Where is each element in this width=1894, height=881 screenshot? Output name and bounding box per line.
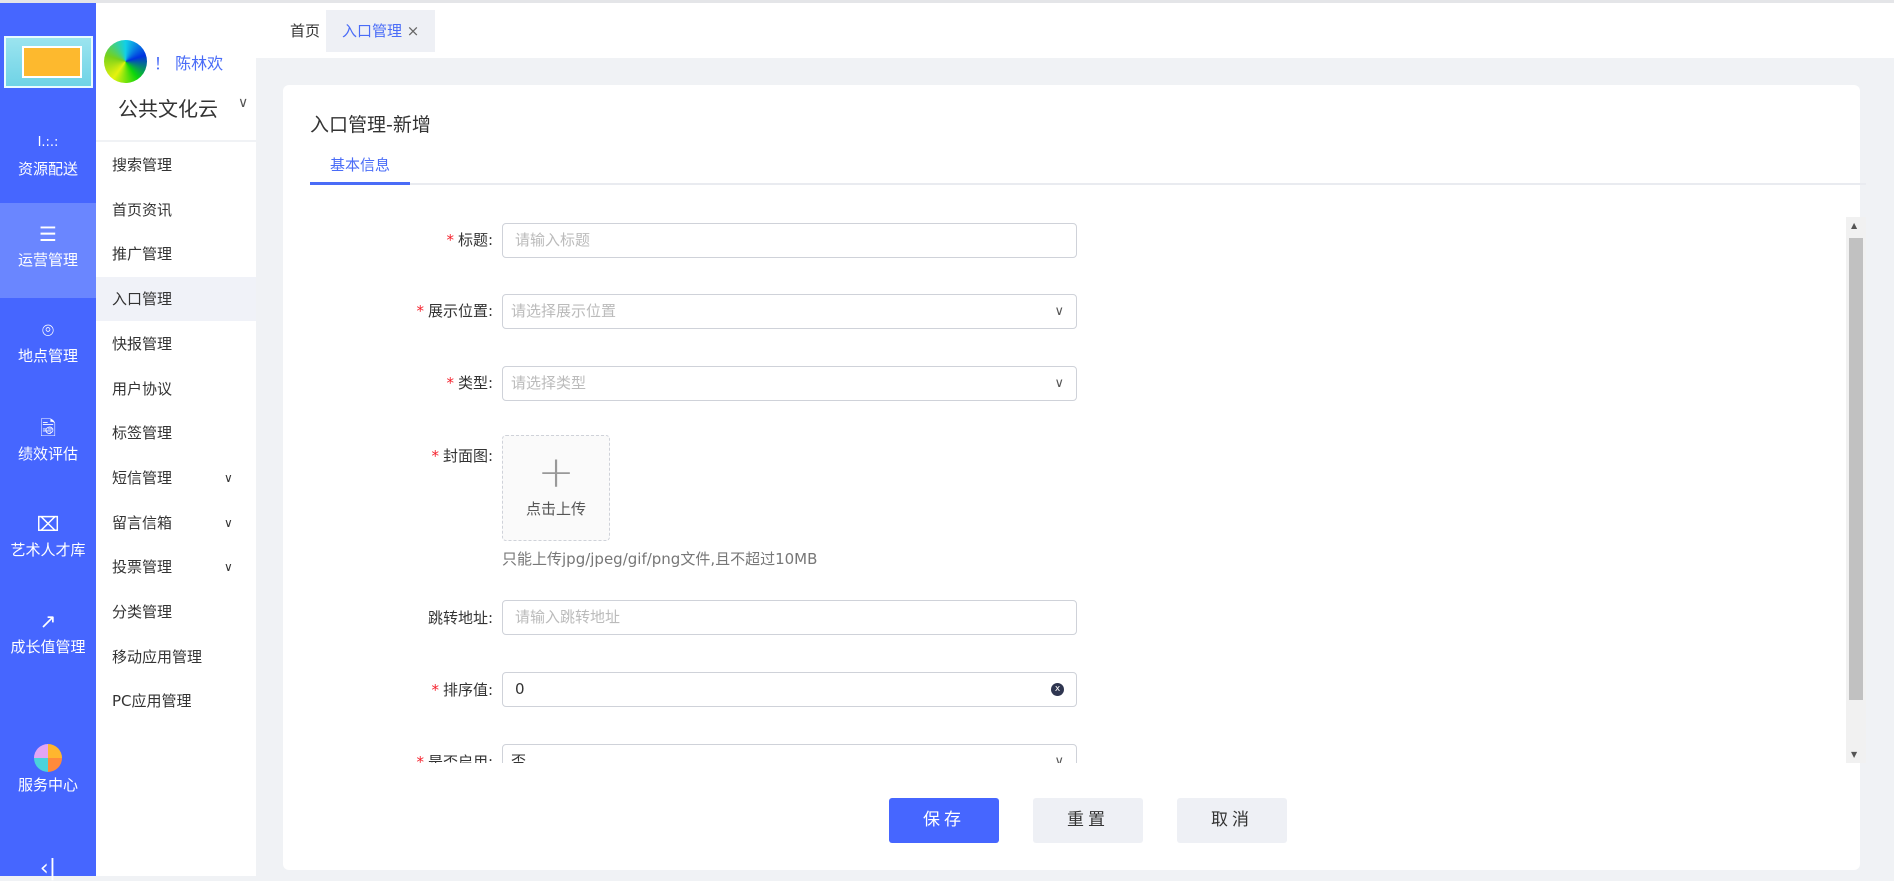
org-selector[interactable]: 公共文化云 (118, 93, 218, 122)
url-label: 跳转地址: (427, 609, 493, 627)
reset-button[interactable]: 重置 (1033, 798, 1143, 843)
scrollbar-thumb[interactable] (1849, 238, 1863, 700)
cover-label: * 封面图: (431, 447, 493, 465)
sort-input[interactable]: 0x (502, 672, 1077, 707)
sidebar-item[interactable]: 推广管理 (96, 232, 256, 276)
url-input[interactable]: 请输入跳转地址 (502, 600, 1077, 635)
save-button[interactable]: 保存 (889, 798, 999, 843)
report-search-icon: 🗟 (39, 416, 57, 440)
collapse-icon[interactable]: ‹| (0, 856, 96, 881)
sidebar-item-label: 分类管理 (112, 603, 173, 621)
chevron-down-icon: ∨ (224, 515, 233, 530)
nav-item-resource[interactable]: I.:.: 资源配送 (0, 128, 96, 179)
position-label: * 展示位置: (416, 302, 493, 320)
enabled-label: * 是否启用: (416, 753, 493, 763)
tab-entry-management[interactable]: 入口管理 × (326, 10, 436, 52)
upload-hint: 只能上传jpg/jpeg/gif/png文件,且不超过10MB (502, 550, 818, 568)
sidebar-item[interactable]: 快报管理 (96, 322, 256, 366)
sidebar-item[interactable]: 留言信箱 ∨ (96, 501, 256, 545)
sidebar-item-label: PC应用管理 (112, 692, 192, 711)
sidebar-item-label: 入口管理 (112, 290, 173, 309)
user-name[interactable]: ！ 陈林欢 (154, 50, 223, 74)
clover-icon (0, 744, 96, 774)
sidebar-item-label: 首页资讯 (112, 200, 173, 219)
nav-item-operations[interactable]: ☰ 运营管理 (0, 203, 96, 298)
sort-label: * 排序值: (431, 681, 493, 699)
form-scroll-area: * 标题: 请输入标题 * 展示位置: 请选择展示位置 ∨ * 类型: 请选择类型 ∨ *… (283, 217, 1843, 763)
sidebar-item[interactable]: 标签管理 (96, 411, 256, 455)
type-label: * 类型: (446, 374, 493, 392)
page-title: 入口管理-新增 (310, 114, 431, 136)
nav-item-performance[interactable]: 🗟 绩效评估 (0, 413, 96, 464)
chevron-down-icon[interactable]: ∨ (238, 95, 248, 111)
location-pin-icon: ⌾ (42, 318, 54, 342)
sidebar-item-label: 用户协议 (112, 379, 173, 398)
list-icon: ☰ (39, 222, 57, 246)
nav-item-talent[interactable]: ⌧ 艺术人才库 (0, 509, 96, 560)
tab-basic-info[interactable]: 基本信息 (310, 154, 410, 175)
sidebar-item-label: 短信管理 (112, 468, 173, 487)
divider (96, 140, 256, 142)
chevron-down-icon: ∨ (224, 560, 233, 575)
clear-icon[interactable]: x (1051, 683, 1064, 696)
sidebar-item[interactable]: 入口管理 (96, 277, 256, 322)
sidebar-item-label: 投票管理 (112, 558, 173, 577)
nav-item-locations[interactable]: ⌾ 地点管理 (0, 315, 96, 366)
title-input[interactable]: 请输入标题 (502, 223, 1077, 258)
cancel-button[interactable]: 取消 (1177, 798, 1287, 843)
chevron-down-icon: ∨ (1054, 754, 1064, 763)
sidebar-item[interactable]: 用户协议 (96, 367, 256, 411)
type-select[interactable]: 请选择类型 ∨ (502, 366, 1077, 401)
chevron-down-icon: ∨ (224, 470, 233, 485)
enabled-select[interactable]: 否 ∨ (502, 744, 1077, 763)
chevron-down-icon: ∨ (1054, 376, 1064, 391)
divider (310, 183, 1866, 185)
nav-item-growth[interactable]: ↗ 成长值管理 (0, 606, 96, 657)
sidebar-item[interactable]: 分类管理 (96, 590, 256, 634)
sidebar-item[interactable]: 搜索管理 (96, 143, 256, 187)
chevron-down-icon: ∨ (1054, 304, 1064, 319)
nav-item-service[interactable]: 服务中心 (0, 744, 96, 795)
avatar[interactable] (104, 40, 147, 83)
dots-icon: I.:.: (37, 135, 59, 150)
position-select[interactable]: 请选择展示位置 ∨ (502, 294, 1077, 329)
trend-up-icon: ↗ (39, 609, 57, 633)
active-tab-indicator (310, 182, 410, 185)
tab-bar: 首页 入口管理 × (256, 3, 1894, 58)
scrollbar[interactable]: ▲ ▼ (1846, 217, 1866, 763)
person-card-icon: ⌧ (36, 512, 60, 536)
sidebar-item-label: 快报管理 (112, 334, 173, 353)
sidebar-item[interactable]: 投票管理 ∨ (96, 545, 256, 589)
sidebar-item[interactable]: PC应用管理 (96, 679, 256, 723)
sidebar-item-label: 标签管理 (112, 424, 173, 443)
sidebar-item[interactable]: 短信管理 ∨ (96, 456, 256, 500)
plus-icon: + (537, 447, 575, 498)
close-icon[interactable]: × (407, 22, 420, 40)
sidebar-item[interactable]: 移动应用管理 (96, 635, 256, 679)
sidebar-item-label: 留言信箱 (112, 513, 173, 532)
sidebar-item-label: 搜索管理 (112, 156, 173, 174)
title-label: * 标题: (446, 231, 493, 249)
cover-upload[interactable]: + 点击上传 (502, 435, 610, 541)
logo-banner[interactable] (4, 36, 93, 88)
sidebar-item[interactable]: 首页资讯 (96, 188, 256, 232)
sidebar-item-label: 移动应用管理 (112, 647, 203, 666)
sidebar-item-label: 推广管理 (112, 245, 173, 264)
